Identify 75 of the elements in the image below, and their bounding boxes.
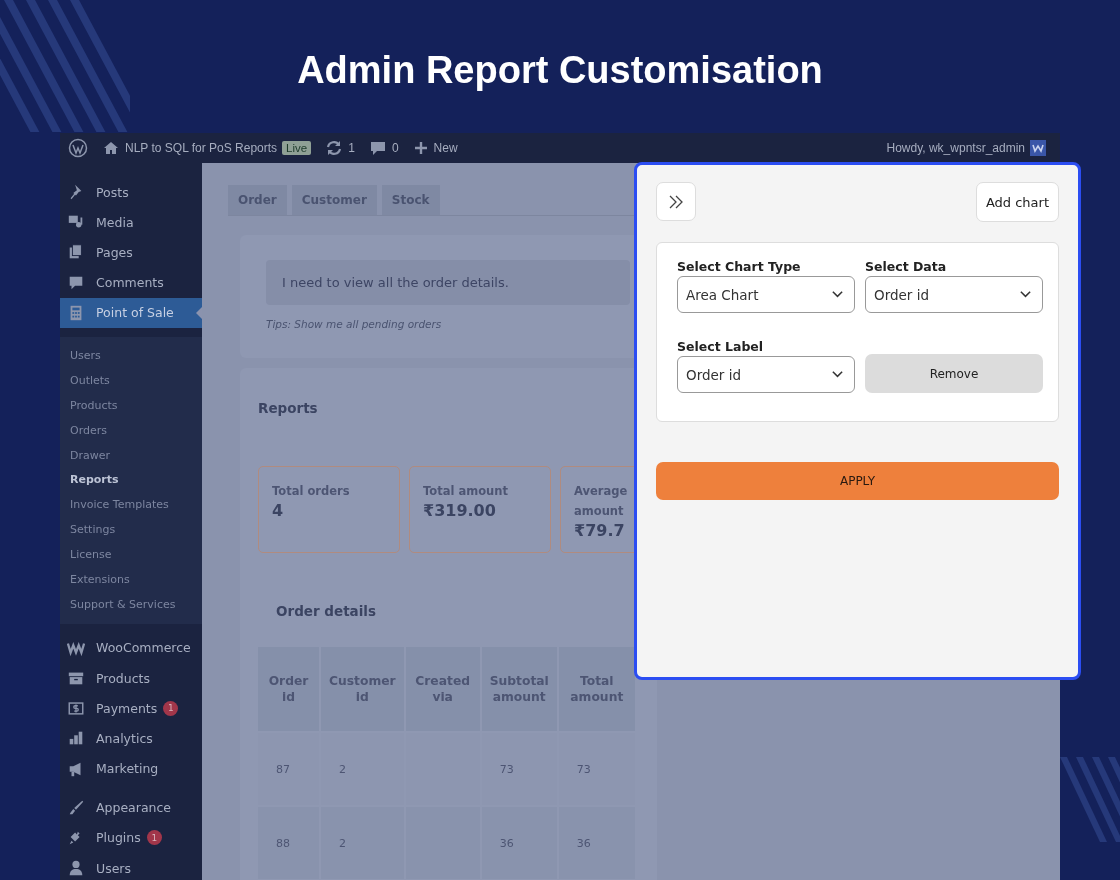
remove-button[interactable]: Remove [865,354,1043,393]
field-label: Select Label [677,339,765,354]
sidebar-item[interactable]: WooCommerce [60,632,202,663]
table-cell: 2 [339,762,346,776]
sidebar-item[interactable]: Users [60,853,202,880]
field-label: Select Data [865,259,948,274]
apply-button[interactable]: APPLY [656,462,1059,500]
new-link[interactable]: New [433,141,458,155]
section-title: Reports [258,400,319,416]
table-cell: 36 [576,836,591,850]
stat-value: ₹79.7 [574,521,626,540]
section-title: Order details [276,603,377,619]
comments-count[interactable]: 0 [391,141,399,155]
submenu-item[interactable]: Extensions [60,566,202,592]
site-name-link[interactable]: NLP to SQL for PoS Reports [125,141,278,155]
plus-icon [412,140,429,156]
page-heading: Admin Report Customisation [297,48,823,92]
collapse-button[interactable] [656,182,696,221]
submenu-item[interactable]: Outlets [60,367,202,393]
stat-value: 4 [272,501,285,520]
tip-text: Tips: Show me all pending orders [266,318,443,330]
column-header: Customer id [321,647,404,731]
dropdown[interactable]: Order id [865,276,1043,313]
count-badge: 1 [146,830,162,846]
sidebar-item[interactable]: Posts [60,177,202,208]
cash-card-icon [67,699,85,718]
add-chart-button[interactable]: Add chart [975,182,1059,222]
stat-label: Total orders [272,483,351,500]
sidebar-item[interactable]: Payments 1 [60,693,202,724]
user-icon [67,859,85,878]
dropdown[interactable]: Area Chart [677,276,855,313]
submenu-item[interactable]: Reports [60,467,202,493]
submenu-item[interactable]: Drawer [60,442,202,468]
column-header: Subtotal amount [481,647,557,731]
home-icon [102,139,120,157]
submenu-item[interactable]: Orders [60,417,202,443]
updates-count[interactable]: 1 [348,141,355,155]
column-header: Total amount [558,647,635,731]
submenu-item[interactable]: Settings [60,517,202,543]
column-header: Created via [405,647,480,731]
table-cell: 88 [276,836,290,850]
sidebar-item[interactable]: Appearance [60,792,202,823]
sidebar-item[interactable]: Products [60,662,202,694]
sidebar-item[interactable]: Comments [60,267,202,298]
brush-icon [67,798,85,817]
stat-value: ₹319.00 [423,501,497,520]
submenu-item[interactable]: Invoice Templates [60,492,202,518]
submenu-item[interactable]: Products [60,392,202,418]
dropdown[interactable]: Order id [677,356,855,393]
table-cell: 2 [339,836,346,850]
table-cell: 87 [276,762,290,776]
sidebar-item[interactable]: Marketing [60,753,202,784]
live-badge: Live [282,141,312,155]
field-label: Select Chart Type [677,259,802,274]
submenu-item[interactable]: License [60,542,202,567]
refresh-icon [325,139,344,157]
submenu-item[interactable]: Users [60,342,202,368]
sidebar-item[interactable]: Plugins 1 [60,822,202,854]
sidebar-item[interactable]: Pages [60,237,202,268]
table-cell: 36 [499,836,514,850]
stat-label: Total amount [423,483,509,500]
count-badge: 1 [163,700,179,716]
greeting-link[interactable]: Howdy, wk_wpntsr_admin [886,141,1025,155]
double-chevron-icon [668,193,684,210]
table-cell: 73 [576,762,591,776]
sidebar-item[interactable]: Point of Sale [60,297,202,328]
stat-label: Average amount [574,483,629,520]
table-cell: 73 [499,762,514,776]
sidebar-item[interactable]: Media [60,207,202,238]
comment-icon [368,139,387,157]
avatar-icon [1030,140,1046,156]
submenu-item[interactable]: Support & Services [60,591,202,617]
sidebar-item[interactable]: Analytics [60,723,202,754]
column-header: Order id [258,647,319,731]
logo-icon [68,138,88,158]
